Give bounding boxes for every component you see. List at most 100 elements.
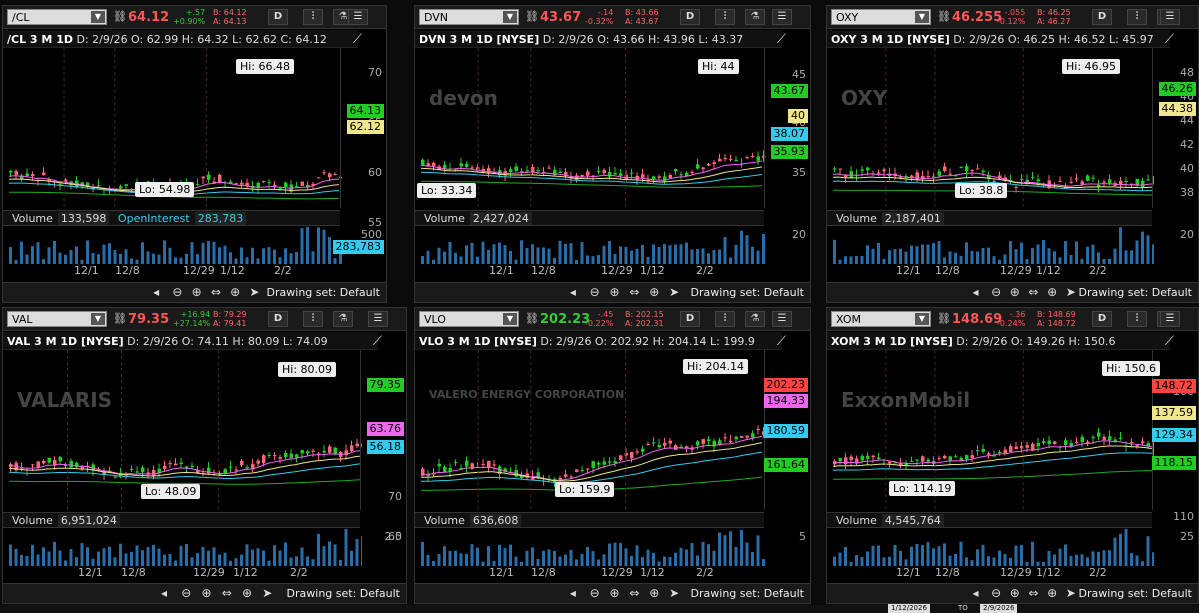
flask-icon[interactable]: ⚗ xyxy=(745,311,765,327)
period-button[interactable]: D xyxy=(268,9,288,25)
pan-icon[interactable]: ⇔ xyxy=(222,586,232,600)
studies-icon[interactable]: ⫶ xyxy=(303,311,323,327)
zoom-out-icon[interactable]: ⊖ xyxy=(991,586,1001,600)
drawing-tool-icon[interactable]: ⟋ xyxy=(777,334,786,349)
link-icon[interactable]: ⛓ xyxy=(113,10,127,23)
zoom-in-icon[interactable]: ⊕ xyxy=(610,586,620,600)
zoom-out-icon[interactable]: ⊖ xyxy=(991,285,1001,299)
drawing-tool-icon[interactable]: ⟋ xyxy=(1165,32,1174,47)
link-icon[interactable]: ⛓ xyxy=(525,312,539,325)
cursor-icon[interactable]: ➤ xyxy=(669,586,679,600)
drawing-set[interactable]: Drawing set: Default xyxy=(691,286,804,299)
zoom-in-icon[interactable]: ⊕ xyxy=(1010,586,1020,600)
symbol-selector[interactable]: XOM ▼ xyxy=(831,311,931,327)
menu-icon[interactable]: ☰ xyxy=(348,9,368,25)
studies-icon[interactable]: ⫶ xyxy=(303,9,323,25)
volume-chart[interactable] xyxy=(415,227,766,264)
crosshair-icon[interactable]: ⊕ xyxy=(242,586,252,600)
volume-chart[interactable] xyxy=(415,529,766,566)
symbol-dropdown-icon[interactable]: ▼ xyxy=(915,11,929,23)
pan-icon[interactable]: ⇔ xyxy=(629,285,639,299)
drawing-tool-icon[interactable]: ⟋ xyxy=(777,32,786,47)
scroll-left-icon[interactable]: ◂ xyxy=(570,285,576,299)
zoom-in-icon[interactable]: ⊕ xyxy=(192,285,202,299)
pan-icon[interactable]: ⇔ xyxy=(629,586,639,600)
menu-icon[interactable]: ☰ xyxy=(1160,311,1180,327)
studies-icon[interactable]: ⫶ xyxy=(1127,311,1147,327)
chart-panel-dvn[interactable]: DVN ▼ ⛓ 43.67 -.14 -0.32% B: 43.66 A: 43.67… xyxy=(414,5,811,303)
pan-icon[interactable]: ⇔ xyxy=(1028,285,1038,299)
pan-icon[interactable]: ⇔ xyxy=(1028,586,1038,600)
period-button[interactable]: D xyxy=(268,311,288,327)
date-from-field[interactable]: 1/12/2026 xyxy=(888,604,930,613)
symbol-dropdown-icon[interactable]: ▼ xyxy=(915,313,929,325)
drawing-tool-icon[interactable]: ⟋ xyxy=(373,334,382,349)
drawing-set[interactable]: Drawing set: Default xyxy=(1079,587,1192,600)
symbol-selector[interactable]: OXY ▼ xyxy=(831,9,931,25)
scroll-left-icon[interactable]: ◂ xyxy=(972,586,978,600)
drawing-set[interactable]: Drawing set: Default xyxy=(691,587,804,600)
symbol-selector[interactable]: DVN ▼ xyxy=(419,9,519,25)
link-icon[interactable]: ⛓ xyxy=(937,10,951,23)
chart-panel-vlo[interactable]: VLO ▼ ⛓ 202.23 -.45 -0.22% B: 202.15 A: 202… xyxy=(414,307,811,604)
volume-chart[interactable] xyxy=(3,227,342,264)
chart-panel-cl[interactable]: /CL ▼ ⛓ 64.12 +.57 +0.90% B: 64.12 A: 64.13… xyxy=(2,5,387,303)
scroll-left-icon[interactable]: ◂ xyxy=(570,586,576,600)
crosshair-icon[interactable]: ⊕ xyxy=(230,285,240,299)
cursor-icon[interactable]: ➤ xyxy=(1066,285,1076,299)
zoom-in-icon[interactable]: ⊕ xyxy=(1010,285,1020,299)
period-button[interactable]: D xyxy=(1092,311,1112,327)
zoom-out-icon[interactable]: ⊖ xyxy=(590,285,600,299)
symbol-dropdown-icon[interactable]: ▼ xyxy=(91,11,105,23)
pan-icon[interactable]: ⇔ xyxy=(211,285,221,299)
studies-icon[interactable]: ⫶ xyxy=(1127,9,1147,25)
period-button[interactable]: D xyxy=(680,9,700,25)
flask-icon[interactable]: ⚗ xyxy=(333,311,353,327)
link-icon[interactable]: ⛓ xyxy=(937,312,951,325)
crosshair-icon[interactable]: ⊕ xyxy=(1047,285,1057,299)
symbol-selector[interactable]: VAL ▼ xyxy=(7,311,107,327)
zoom-in-icon[interactable]: ⊕ xyxy=(201,586,211,600)
menu-icon[interactable]: ☰ xyxy=(1160,9,1180,25)
drawing-set[interactable]: Drawing set: Default xyxy=(267,286,380,299)
menu-icon[interactable]: ☰ xyxy=(772,311,792,327)
crosshair-icon[interactable]: ⊕ xyxy=(649,586,659,600)
symbol-dropdown-icon[interactable]: ▼ xyxy=(503,11,517,23)
scroll-left-icon[interactable]: ◂ xyxy=(972,285,978,299)
volume-chart[interactable] xyxy=(827,227,1154,264)
studies-icon[interactable]: ⫶ xyxy=(715,9,735,25)
chart-panel-xom[interactable]: XOM ▼ ⛓ 148.69 -.36 -0.24% B: 148.69 A: 148… xyxy=(826,307,1199,604)
zoom-out-icon[interactable]: ⊖ xyxy=(181,586,191,600)
drawing-tool-icon[interactable]: ⟋ xyxy=(1165,334,1174,349)
zoom-out-icon[interactable]: ⊖ xyxy=(172,285,182,299)
volume-chart[interactable] xyxy=(827,529,1154,566)
menu-icon[interactable]: ☰ xyxy=(368,311,388,327)
zoom-in-icon[interactable]: ⊕ xyxy=(610,285,620,299)
volume-chart[interactable] xyxy=(3,529,362,566)
scroll-left-icon[interactable]: ◂ xyxy=(161,586,167,600)
crosshair-icon[interactable]: ⊕ xyxy=(649,285,659,299)
drawing-set[interactable]: Drawing set: Default xyxy=(1079,286,1192,299)
symbol-selector[interactable]: VLO ▼ xyxy=(419,311,519,327)
link-icon[interactable]: ⛓ xyxy=(113,312,127,325)
drawing-set[interactable]: Drawing set: Default xyxy=(287,587,400,600)
cursor-icon[interactable]: ➤ xyxy=(669,285,679,299)
symbol-dropdown-icon[interactable]: ▼ xyxy=(503,313,517,325)
link-icon[interactable]: ⛓ xyxy=(525,10,539,23)
chart-panel-oxy[interactable]: OXY ▼ ⛓ 46.255 -.055 -0.12% B: 46.25 A: 46.… xyxy=(826,5,1199,303)
symbol-dropdown-icon[interactable]: ▼ xyxy=(91,313,105,325)
cursor-icon[interactable]: ➤ xyxy=(249,285,259,299)
scroll-left-icon[interactable]: ◂ xyxy=(153,285,159,299)
period-button[interactable]: D xyxy=(680,311,700,327)
menu-icon[interactable]: ☰ xyxy=(772,9,792,25)
chart-panel-val[interactable]: VAL ▼ ⛓ 79.35 +16.94 +27.14% B: 79.29 A: 79… xyxy=(2,307,407,604)
drawing-tool-icon[interactable]: ⟋ xyxy=(353,32,362,47)
flask-icon[interactable]: ⚗ xyxy=(745,9,765,25)
cursor-icon[interactable]: ➤ xyxy=(1066,586,1076,600)
crosshair-icon[interactable]: ⊕ xyxy=(1047,586,1057,600)
studies-icon[interactable]: ⫶ xyxy=(715,311,735,327)
period-button[interactable]: D xyxy=(1092,9,1112,25)
cursor-icon[interactable]: ➤ xyxy=(262,586,272,600)
date-to-field[interactable]: 2/9/2026 xyxy=(980,604,1018,613)
zoom-out-icon[interactable]: ⊖ xyxy=(590,586,600,600)
